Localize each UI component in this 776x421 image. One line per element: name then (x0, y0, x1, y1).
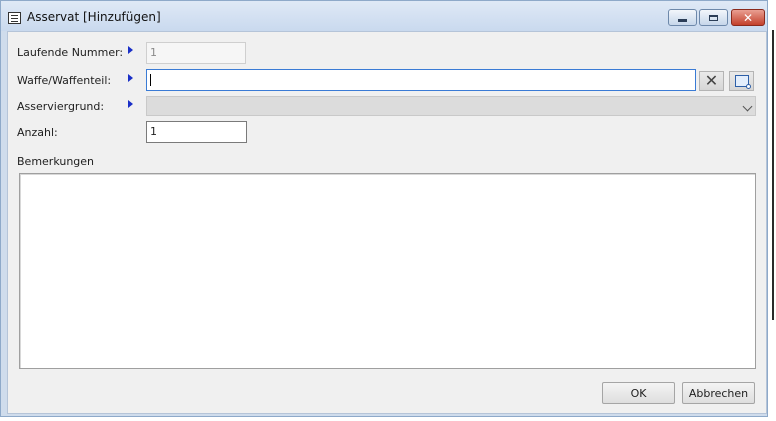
ok-button[interactable]: OK (602, 382, 675, 404)
window-title: Asservat [Hinzufügen] (27, 10, 161, 24)
form-icon (8, 12, 21, 24)
background-window-edge (772, 30, 774, 320)
maximize-button[interactable] (699, 9, 728, 26)
cancel-button[interactable]: Abbrechen (682, 382, 755, 404)
clear-waffe-button[interactable]: ✕ (699, 71, 724, 91)
laufende-nummer-label: Laufende Nummer: (17, 46, 124, 59)
chevron-down-icon (742, 101, 753, 112)
anzahl-label: Anzahl: (17, 126, 58, 139)
asserviergrund-select[interactable] (146, 96, 756, 116)
close-icon: ✕ (742, 10, 754, 25)
waffe-input[interactable] (146, 69, 696, 91)
anzahl-input[interactable]: 1 (146, 121, 247, 143)
bemerkungen-label: Bemerkungen (17, 155, 95, 168)
close-button[interactable]: ✕ (731, 9, 765, 26)
close-icon: ✕ (704, 71, 719, 90)
laufende-nummer-field: 1 (146, 42, 246, 64)
required-arrow-icon (128, 100, 133, 108)
lookup-waffe-button[interactable] (729, 71, 754, 91)
asserviergrund-label: Asserviergrund: (17, 100, 105, 113)
waffe-label: Waffe/Waffenteil: (17, 74, 112, 87)
required-arrow-icon (128, 46, 133, 54)
required-arrow-icon (128, 74, 133, 82)
dialog-window: Asservat [Hinzufügen] ✕ Laufende Nummer:… (0, 0, 768, 417)
title-bar[interactable]: Asservat [Hinzufügen] ✕ (1, 1, 767, 31)
minimize-button[interactable] (668, 9, 697, 26)
maximize-icon (709, 14, 718, 21)
dialog-body: Laufende Nummer: 1 Waffe/Waffenteil: ✕ A… (7, 31, 767, 414)
laufende-nummer-value: 1 (150, 46, 157, 59)
anzahl-value: 1 (150, 125, 157, 138)
text-caret (150, 74, 151, 86)
bemerkungen-textarea[interactable] (19, 173, 756, 369)
minimize-icon (678, 19, 687, 22)
search-window-icon (734, 75, 751, 89)
